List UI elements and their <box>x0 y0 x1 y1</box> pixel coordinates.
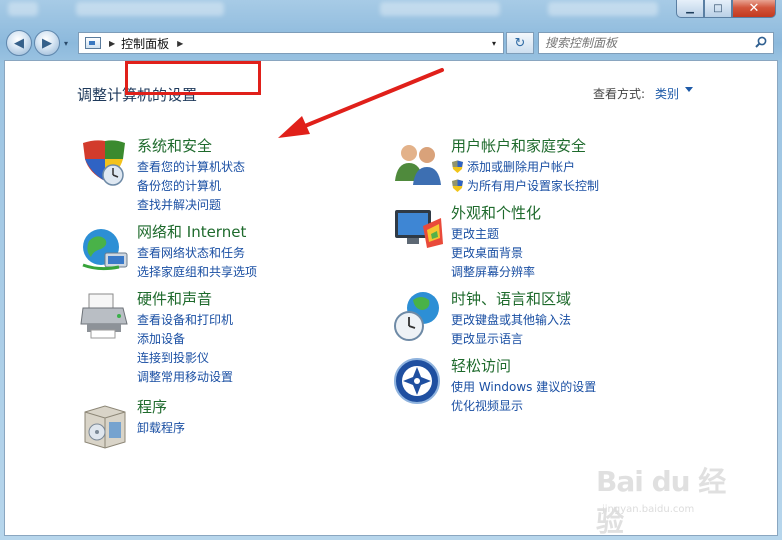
category-links: 查看网络状态和任务 选择家庭组和共享选项 <box>137 243 257 281</box>
category-links: 查看您的计算机状态 备份您的计算机 查找并解决问题 <box>137 157 245 214</box>
category-title[interactable]: 用户帐户和家庭安全 <box>451 135 586 156</box>
link-label[interactable]: 为所有用户设置家长控制 <box>467 177 599 194</box>
category-title[interactable]: 程序 <box>137 396 167 417</box>
appearance-monitor-icon <box>395 210 443 248</box>
category-links: 卸载程序 <box>137 418 185 437</box>
link-add-remove-accounts[interactable]: 添加或删除用户帐户 <box>451 157 599 176</box>
category-title[interactable]: 硬件和声音 <box>137 288 212 309</box>
printer-icon <box>80 293 128 339</box>
chevron-down-icon[interactable] <box>685 87 693 92</box>
forward-button[interactable]: ▶ <box>34 30 60 56</box>
watermark-brand: Bai du 经验 <box>596 465 726 538</box>
network-globe-icon <box>82 229 128 271</box>
navigation-bar: ◀ ▶ ▾ ▶ 控制面板 ▶ ▾ ↻ <box>6 30 776 56</box>
uac-shield-icon <box>452 160 463 173</box>
link-view-computer-status[interactable]: 查看您的计算机状态 <box>137 157 245 176</box>
breadcrumb-control-panel[interactable]: 控制面板 <box>121 35 169 52</box>
link-devices-printers[interactable]: 查看设备和打印机 <box>137 310 233 329</box>
back-button[interactable]: ◀ <box>6 30 32 56</box>
refresh-icon: ↻ <box>514 35 526 51</box>
link-network-status[interactable]: 查看网络状态和任务 <box>137 243 257 262</box>
category-title[interactable]: 轻松访问 <box>451 355 511 376</box>
link-screen-resolution[interactable]: 调整屏幕分辨率 <box>451 262 535 281</box>
search-box[interactable] <box>538 32 774 54</box>
title-bar-blur <box>380 2 500 16</box>
category-title[interactable]: 时钟、语言和区域 <box>451 288 571 309</box>
category-links: 查看设备和打印机 添加设备 连接到投影仪 调整常用移动设置 <box>137 310 233 386</box>
category-title[interactable]: 外观和个性化 <box>451 202 541 223</box>
link-parental-controls[interactable]: 为所有用户设置家长控制 <box>451 176 599 195</box>
link-change-background[interactable]: 更改桌面背景 <box>451 243 535 262</box>
title-bar-blur <box>8 2 38 16</box>
category-title[interactable]: 网络和 Internet <box>137 221 246 242</box>
security-shield-icon <box>83 140 125 186</box>
ease-of-access-icon <box>394 358 440 404</box>
address-dropdown-button[interactable]: ▾ <box>485 33 503 53</box>
link-find-fix-problems[interactable]: 查找并解决问题 <box>137 195 245 214</box>
link-uninstall-program[interactable]: 卸载程序 <box>137 418 185 437</box>
link-mobility-settings[interactable]: 调整常用移动设置 <box>137 367 233 386</box>
link-optimize-video[interactable]: 优化视频显示 <box>451 396 596 415</box>
annotation-highlight-box <box>125 61 261 95</box>
link-windows-suggested-settings[interactable]: 使用 Windows 建议的设置 <box>451 377 596 396</box>
search-input[interactable] <box>545 36 745 50</box>
maximize-button[interactable]: □ <box>704 0 732 18</box>
search-icon[interactable] <box>755 36 767 48</box>
link-connect-projector[interactable]: 连接到投影仪 <box>137 348 233 367</box>
close-button[interactable]: ✕ <box>732 0 776 18</box>
link-add-device[interactable]: 添加设备 <box>137 329 233 348</box>
category-title[interactable]: 系统和安全 <box>137 135 212 156</box>
link-label[interactable]: 添加或删除用户帐户 <box>467 158 575 175</box>
category-links: 更改主题 更改桌面背景 调整屏幕分辨率 <box>451 224 535 281</box>
watermark-url: jingyan.baidu.com <box>602 504 695 515</box>
view-by-dropdown[interactable]: 类别 <box>655 85 679 102</box>
window-controls: ▁ □ ✕ <box>676 0 776 18</box>
address-bar[interactable]: ▶ 控制面板 ▶ ▾ <box>78 32 504 54</box>
breadcrumb-separator[interactable]: ▶ <box>109 39 115 48</box>
breadcrumb-separator[interactable]: ▶ <box>177 39 183 48</box>
control-panel-icon <box>85 37 101 49</box>
category-links: 更改键盘或其他输入法 更改显示语言 <box>451 310 571 348</box>
users-icon <box>395 145 441 185</box>
title-bar-blur <box>76 2 224 16</box>
minimize-button[interactable]: ▁ <box>676 0 704 18</box>
link-backup-computer[interactable]: 备份您的计算机 <box>137 176 245 195</box>
recent-pages-dropdown[interactable]: ▾ <box>64 39 74 49</box>
window-frame: ▁ □ ✕ ◀ ▶ ▾ ▶ 控制面板 ▶ ▾ ↻ 调整计算机的设置 查看方式: … <box>0 0 782 540</box>
view-by-label: 查看方式: <box>593 87 646 101</box>
category-links: 使用 Windows 建议的设置 优化视频显示 <box>451 377 596 415</box>
link-change-display-language[interactable]: 更改显示语言 <box>451 329 571 348</box>
uac-shield-icon <box>452 179 463 192</box>
baidu-watermark: Bai du 经验 jingyan.baidu.com <box>596 460 746 538</box>
category-links: 添加或删除用户帐户 为所有用户设置家长控制 <box>451 157 599 195</box>
link-homegroup-sharing[interactable]: 选择家庭组和共享选项 <box>137 262 257 281</box>
programs-box-icon <box>84 405 126 449</box>
link-change-theme[interactable]: 更改主题 <box>451 224 535 243</box>
refresh-button[interactable]: ↻ <box>506 32 534 54</box>
title-bar-blur <box>548 2 658 16</box>
link-change-input-method[interactable]: 更改键盘或其他输入法 <box>451 310 571 329</box>
clock-globe-icon <box>394 292 439 341</box>
